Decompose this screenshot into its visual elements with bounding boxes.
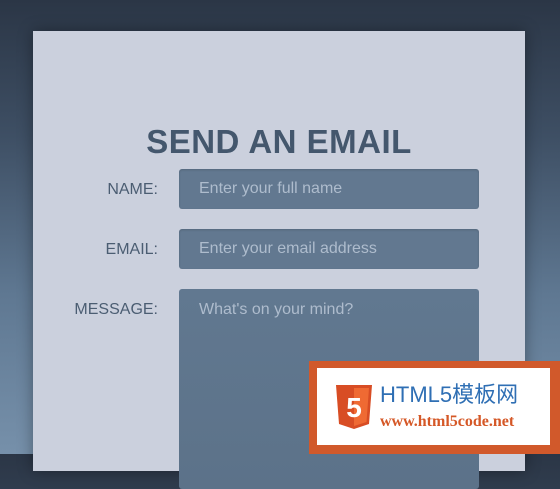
watermark-inner: 5 HTML5模板网 www.html5code.net xyxy=(317,368,550,445)
watermark-badge: 5 HTML5模板网 www.html5code.net xyxy=(309,361,560,454)
form-title: SEND AN EMAIL xyxy=(146,123,412,160)
email-input[interactable] xyxy=(179,229,479,269)
html5-shield-icon: 5 xyxy=(336,385,372,429)
shield-five: 5 xyxy=(346,392,362,423)
email-label: EMAIL: xyxy=(105,241,158,258)
watermark-url: www.html5code.net xyxy=(380,413,515,430)
watermark-title: HTML5模板网 xyxy=(380,382,519,407)
message-label: MESSAGE: xyxy=(74,301,158,318)
name-label: NAME: xyxy=(107,181,158,198)
name-input[interactable] xyxy=(179,169,479,209)
